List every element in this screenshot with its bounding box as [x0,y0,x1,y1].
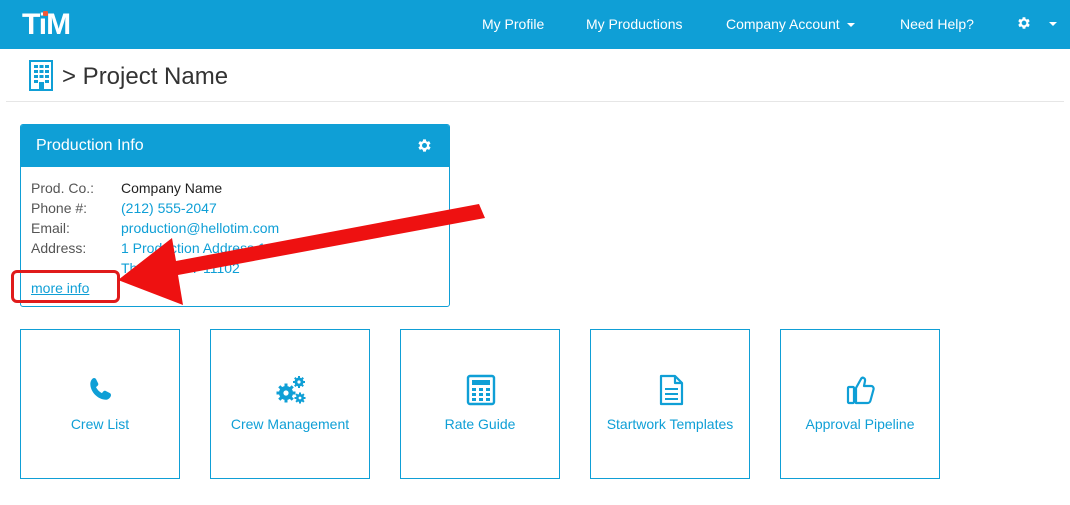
settings-chevron-down-icon[interactable] [1049,22,1057,26]
header-divider [6,101,1064,102]
tile-label: Rate Guide [444,416,516,432]
info-value: Company Name [121,180,223,196]
nav-company-account[interactable]: Company Account [726,0,855,49]
highlight-box [11,270,120,303]
phone-icon [90,378,111,400]
nav-my-profile[interactable]: My Profile [482,0,544,49]
info-label: Email: [31,220,70,236]
tile-crew-management[interactable]: Crew Management [210,329,370,479]
document-icon [659,374,684,406]
thumbs-up-icon [846,376,875,405]
calculator-icon [466,374,496,406]
nav-need-help[interactable]: Need Help? [900,0,974,49]
nav-company-account-label: Company Account [726,16,840,32]
tile-label: Startwork Templates [606,416,734,432]
page-title: > Project Name [62,63,229,90]
tile-label: Crew List [70,416,130,432]
info-label: Prod. Co.: [31,180,95,196]
tile-startwork-templates[interactable]: Startwork Templates [590,329,750,479]
tim-logo[interactable]: TiM [22,8,84,42]
address-link-line2[interactable]: The City, NY 11102 [121,258,240,278]
tile-crew-list[interactable]: Crew List [20,329,180,479]
email-link[interactable]: production@hellotim.com [121,218,279,238]
gear-icon[interactable] [416,137,433,154]
logo-dot [43,11,48,16]
gear-icon[interactable] [1016,15,1032,31]
tile-rate-guide[interactable]: Rate Guide [400,329,560,479]
info-label: Address: [31,240,87,256]
chevron-down-icon [846,23,855,28]
gears-icon [276,376,306,404]
tile-approval-pipeline[interactable]: Approval Pipeline [780,329,940,479]
info-label: Phone #: [31,200,88,216]
phone-link[interactable]: (212) 555-2047 [121,198,217,218]
panel-header: Production Info [21,125,449,167]
tile-label: Approval Pipeline [805,416,915,432]
panel-title: Production Info [36,137,144,154]
tile-label: Crew Management [230,416,350,432]
top-nav-bar: TiM My Profile My Productions Company Ac… [0,0,1070,49]
building-icon[interactable] [28,60,54,91]
address-link-line1[interactable]: 1 Production Address 1A [121,238,275,258]
nav-my-productions[interactable]: My Productions [586,0,682,49]
